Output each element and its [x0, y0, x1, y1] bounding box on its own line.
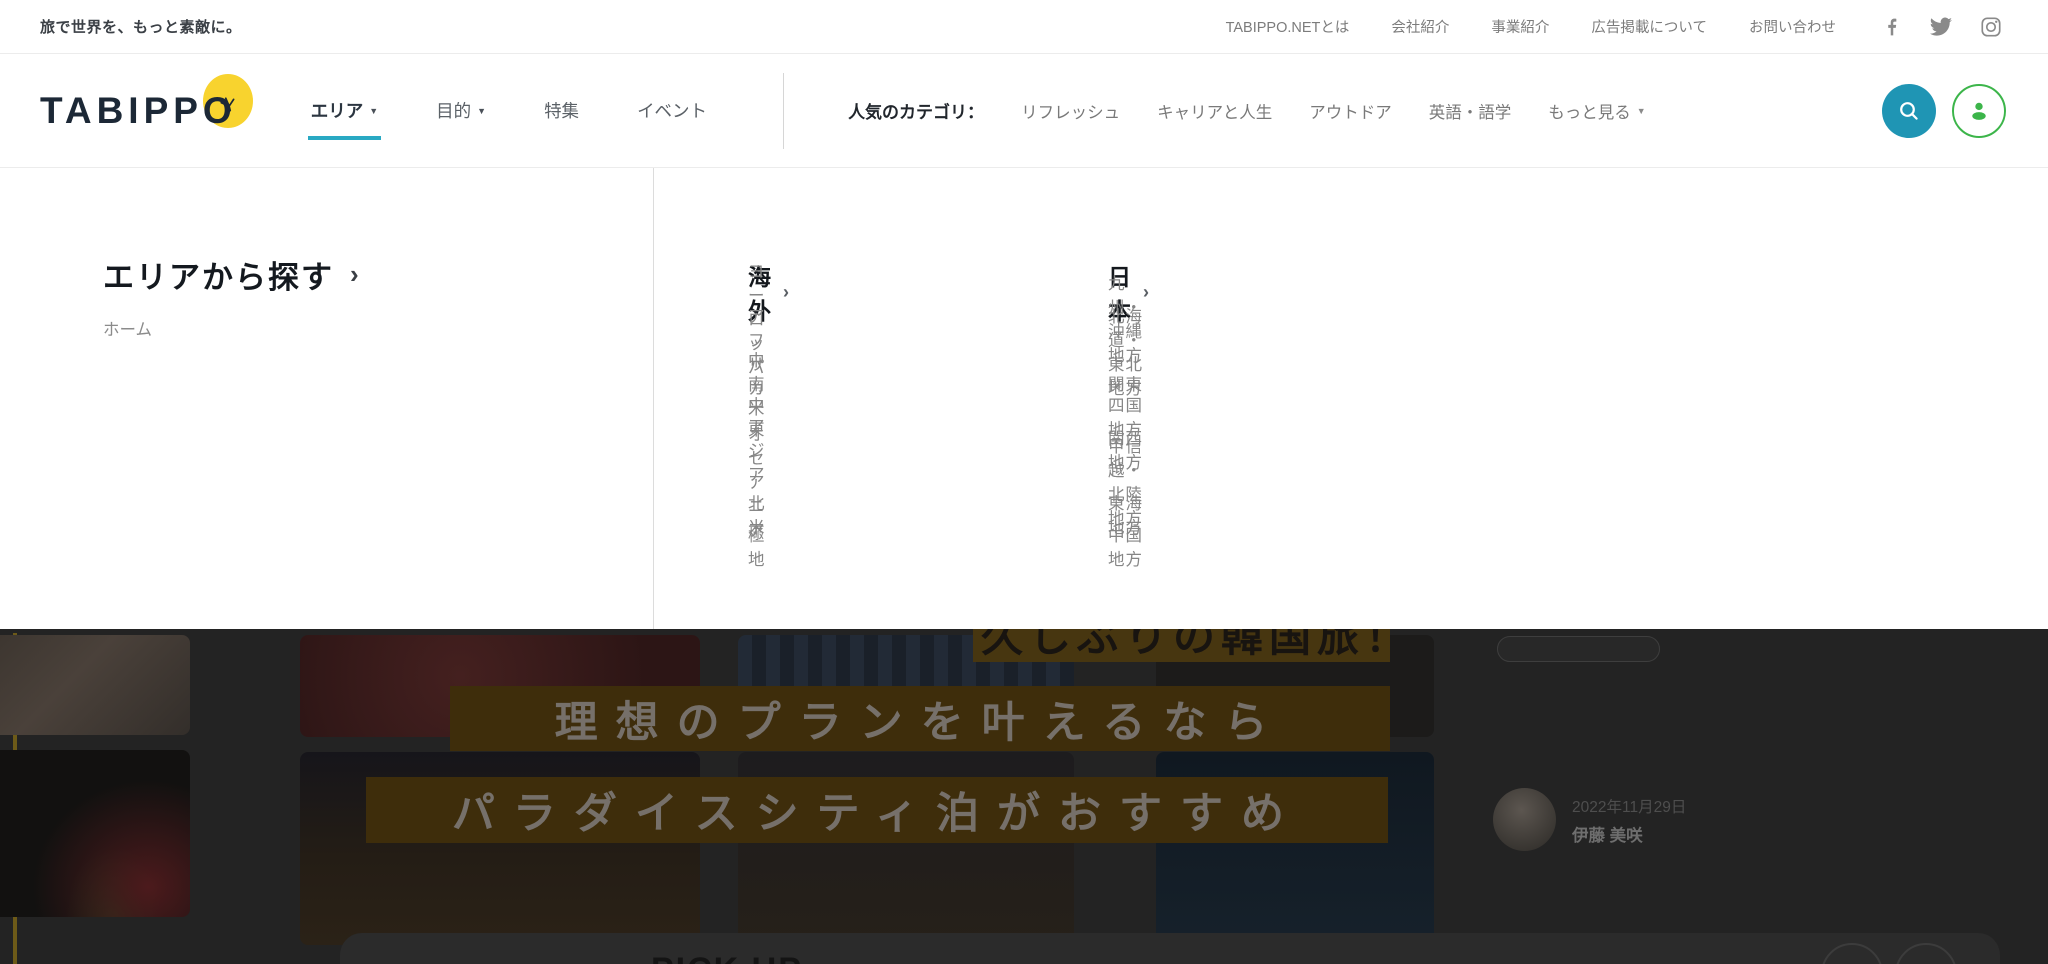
chevron-right-icon: › [783, 282, 789, 303]
category-more[interactable]: もっと見る ▼ [1548, 99, 1645, 123]
main-navbar: TABIPPO エリア ▼ 目的 ▼ 特集 イベント 人気のカテゴリ： リフレッ… [0, 54, 2048, 167]
search-icon [1897, 99, 1921, 123]
topbar-link-company[interactable]: 会社紹介 [1391, 16, 1449, 37]
chevron-down-icon: ▼ [477, 106, 486, 116]
chevron-down-icon: ▼ [369, 106, 378, 116]
mega-menu-home-link[interactable]: ホーム [103, 316, 152, 340]
chevron-right-icon: › [1143, 282, 1149, 303]
twitter-icon[interactable] [1929, 15, 1953, 39]
nav-divider [783, 73, 784, 149]
article-photo [0, 635, 190, 735]
topbar: 旅で世界を、もっと素敵に。 TABIPPO.NETとは 会社紹介 事業紹介 広告… [0, 0, 2048, 54]
article-author: 伊藤 美咲 [1572, 822, 1643, 846]
pickup-heading: PICK UP [651, 951, 803, 964]
nav-item-area-label: エリア [311, 98, 364, 123]
carousel-next-button [1895, 943, 1957, 964]
hero-title-line2: パラダイスシティ泊がおすすめ [366, 777, 1388, 843]
topbar-link-business[interactable]: 事業紹介 [1491, 16, 1549, 37]
carousel-prev-button [1821, 943, 1883, 964]
hero-title-line-partial: 久しぶりの韓国旅！ [973, 629, 1390, 662]
account-button[interactable] [1952, 84, 2006, 138]
topbar-link-about[interactable]: TABIPPO.NETとは [1226, 16, 1350, 37]
category-career[interactable]: キャリアと人生 [1157, 99, 1272, 123]
nav-item-feature[interactable]: 特集 [544, 98, 579, 123]
page: 旅で世界を、もっと素敵に。 TABIPPO.NETとは 会社紹介 事業紹介 広告… [0, 0, 2048, 964]
active-tab-underline [308, 136, 381, 140]
nav-item-area[interactable]: エリア ▼ [311, 98, 378, 123]
nav-item-event-label: イベント [637, 98, 707, 123]
chevron-down-icon: ▼ [1637, 106, 1646, 116]
popular-categories-label: 人気のカテゴリ： [848, 98, 984, 123]
article-date: 2022年11月29日 [1572, 795, 1686, 817]
nav-item-feature-label: 特集 [544, 98, 579, 123]
nav-actions [1882, 84, 2006, 138]
instagram-icon[interactable] [1980, 16, 2002, 38]
nav-links: エリア ▼ 目的 ▼ 特集 イベント [311, 98, 707, 123]
user-icon [1966, 98, 1992, 124]
logo[interactable]: TABIPPO [40, 90, 237, 132]
category-english[interactable]: 英語・語学 [1429, 99, 1512, 123]
topbar-link-advertising[interactable]: 広告掲載について [1591, 16, 1707, 37]
logo-text: TABIPPO [40, 90, 237, 132]
nav-item-purpose-label: 目的 [436, 98, 471, 123]
topbar-links: TABIPPO.NETとは 会社紹介 事業紹介 広告掲載について お問い合わせ [1226, 16, 1836, 37]
category-refresh[interactable]: リフレッシュ [1021, 99, 1120, 123]
chevron-right-icon: › [350, 259, 361, 290]
menu-item-hokkaido-tohoku[interactable]: 北海道・東北地方 [1108, 335, 1143, 368]
topbar-social [1882, 15, 2002, 39]
nav-item-event[interactable]: イベント [637, 98, 707, 123]
category-outdoor[interactable]: アウトドア [1309, 99, 1392, 123]
menu-item-chugoku[interactable]: 中国地方 [1108, 530, 1143, 563]
area-mega-menu: エリアから探す › ホーム 海外 › ヨーロッパ アフリカ 中南米 中東 アジア… [0, 167, 2048, 629]
author-avatar [1493, 788, 1556, 851]
search-button[interactable] [1882, 84, 1936, 138]
article-photo [0, 750, 190, 917]
mega-menu-left-panel: エリアから探す › ホーム [0, 168, 654, 629]
mega-menu-title: エリアから探す [103, 252, 334, 297]
nav-item-purpose[interactable]: 目的 ▼ [436, 98, 486, 123]
sidebar-tag-pill [1497, 636, 1660, 662]
category-more-label: もっと見る [1548, 99, 1631, 123]
topbar-link-contact[interactable]: お問い合わせ [1749, 16, 1836, 37]
overseas-list: ヨーロッパ アフリカ 中南米 中東 アジア オセアニア 北米 極地 [748, 302, 766, 563]
hero-title-line1: 理想のプランを叶えるなら [450, 686, 1390, 751]
dimmed-page-overlay: 久しぶりの韓国旅！ 理想のプランを叶えるなら パラダイスシティ泊がおすすめ 20… [0, 629, 2048, 964]
site-tagline: 旅で世界を、もっと素敵に。 [40, 16, 242, 37]
menu-item-polar[interactable]: 極地 [748, 530, 766, 563]
japan-list: 九州・沖縄地方 北海道・東北地方 関東 四国地方 関西地方 甲信越・北陸地方 東… [1108, 302, 1143, 563]
facebook-icon[interactable] [1882, 17, 1902, 37]
mega-menu-title-link[interactable]: エリアから探す › [103, 252, 361, 297]
popular-categories: 人気のカテゴリ： リフレッシュ キャリアと人生 アウトドア 英語・語学 もっと見… [848, 98, 1646, 123]
pickup-section-card: PICK UP [340, 933, 2000, 964]
